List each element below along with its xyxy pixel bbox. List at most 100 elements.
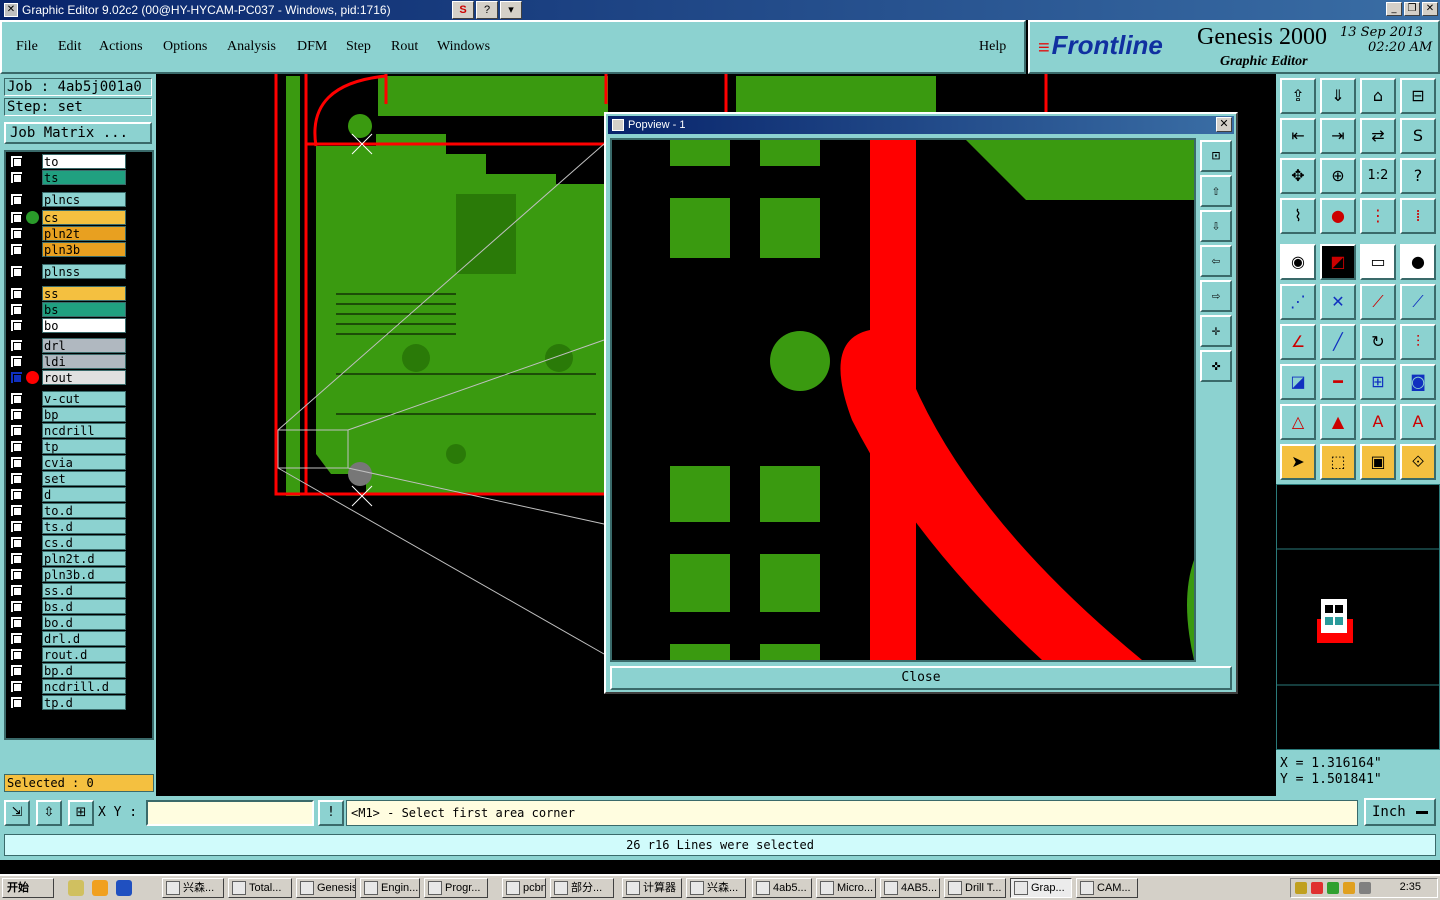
snap-grid-icon[interactable]: ⇲ [4, 800, 30, 826]
layer-row-tp-d[interactable]: tp.d [8, 695, 128, 710]
layer-checkbox[interactable] [10, 616, 23, 629]
layer-row-d[interactable]: d [8, 487, 128, 502]
layer-row-cvia[interactable]: cvia [8, 455, 128, 470]
layer-compare-icon[interactable]: ⁞ [1400, 198, 1436, 234]
taskbar-button[interactable]: Progr... [424, 878, 488, 898]
layer-name[interactable]: bp.d [42, 663, 126, 678]
layer-row-bp-d[interactable]: bp.d [8, 663, 128, 678]
layer-row-set[interactable]: set [8, 471, 128, 486]
layer-row-ldi[interactable]: ldi [8, 354, 128, 369]
layer-name[interactable]: to.d [42, 503, 126, 518]
tray-tool-icon[interactable] [1311, 882, 1323, 894]
taskbar-button[interactable]: Engin... [360, 878, 420, 898]
minimize-button[interactable]: _ [1386, 2, 1402, 16]
arrow-triangle-icon[interactable]: ▲ [1320, 404, 1356, 440]
pan-down-icon[interactable]: ⇩ [1200, 210, 1232, 242]
layer-name[interactable]: v-cut [42, 391, 126, 406]
popview-close-icon[interactable]: ✕ [1216, 117, 1232, 132]
layer-row-ncdrill-d[interactable]: ncdrill.d [8, 679, 128, 694]
taskbar-button[interactable]: 兴森... [162, 878, 224, 898]
layer-name[interactable]: bo [42, 318, 126, 333]
zoom-extents-icon[interactable]: ✥ [1280, 158, 1316, 194]
select-polygon-icon[interactable]: ⟐ [1400, 444, 1436, 480]
restore-button[interactable]: ❐ [1404, 2, 1420, 16]
layer-row-bs-d[interactable]: bs.d [8, 599, 128, 614]
menu-actions[interactable]: Actions [99, 39, 143, 55]
dimension-icon[interactable]: ⊞ [1360, 364, 1396, 400]
layer-row-tp[interactable]: tp [8, 439, 128, 454]
taskbar-button[interactable]: 计算器 [622, 878, 682, 898]
pan-left-icon[interactable]: ⇦ [1200, 245, 1232, 277]
job-matrix-button[interactable]: Job Matrix ... [4, 122, 152, 144]
layer-checkbox[interactable] [10, 696, 23, 709]
xy-input[interactable] [146, 800, 314, 826]
layer-display-icon[interactable]: ⋮ [1360, 198, 1396, 234]
grid-icon[interactable]: ⊞ [68, 800, 94, 826]
layer-name[interactable]: tp.d [42, 695, 126, 710]
layer-checkbox[interactable] [10, 456, 23, 469]
menu-rout[interactable]: Rout [391, 39, 418, 55]
color-select-icon[interactable]: ◩ [1320, 244, 1356, 280]
layer-name[interactable]: plncs [42, 192, 126, 207]
font-a-icon[interactable]: A [1360, 404, 1396, 440]
layer-name[interactable]: bp [42, 407, 126, 422]
layer-checkbox[interactable] [10, 520, 23, 533]
layer-checkbox[interactable] [10, 392, 23, 405]
tray-input-icon[interactable] [1359, 882, 1371, 894]
layer-name[interactable]: set [42, 471, 126, 486]
layer-row-bp[interactable]: bp [8, 407, 128, 422]
taskbar-button[interactable]: Genesis [296, 878, 356, 898]
taskbar-button[interactable]: Micro... [816, 878, 876, 898]
layer-row-rout[interactable]: rout [8, 370, 128, 385]
layer-checkbox[interactable] [10, 504, 23, 517]
layer-name[interactable]: tp [42, 439, 126, 454]
horizontal-line-icon[interactable]: ━ [1320, 364, 1356, 400]
layer-name[interactable]: cvia [42, 455, 126, 470]
layer-row-pln3b-d[interactable]: pln3b.d [8, 567, 128, 582]
select-box-icon[interactable]: ⬚ [1320, 444, 1356, 480]
zoom-out-icon[interactable]: ✜ [1200, 350, 1232, 382]
layer-name[interactable]: rout.d [42, 647, 126, 662]
taskbar-button[interactable]: 4AB5... [880, 878, 940, 898]
layer-checkbox[interactable] [10, 371, 23, 384]
layer-name[interactable]: pln2t [42, 226, 126, 241]
layer-name[interactable]: pln2t.d [42, 551, 126, 566]
layer-row-rout-d[interactable]: rout.d [8, 647, 128, 662]
taskbar-button[interactable]: Grap... [1010, 878, 1072, 898]
layer-row-v-cut[interactable]: v-cut [8, 391, 128, 406]
layer-row-ss-d[interactable]: ss.d [8, 583, 128, 598]
pan-up-icon[interactable]: ⇧ [1200, 175, 1232, 207]
pan-left-tool-icon[interactable]: ⇤ [1280, 118, 1316, 154]
layer-checkbox[interactable] [10, 488, 23, 501]
layer-name[interactable]: ncdrill [42, 423, 126, 438]
angle-snap-icon[interactable]: ⇳ [36, 800, 62, 826]
app-icon[interactable]: ✕ [4, 3, 18, 17]
layer-row-pln2t-d[interactable]: pln2t.d [8, 551, 128, 566]
open-step-icon[interactable]: ⇓ [1320, 78, 1356, 114]
layer-row-ss[interactable]: ss [8, 286, 128, 301]
layer-checkbox[interactable] [10, 193, 23, 206]
add-feature-icon[interactable]: ◉ [1280, 244, 1316, 280]
font-b-icon[interactable]: A [1400, 404, 1436, 440]
layer-row-to-d[interactable]: to.d [8, 503, 128, 518]
layer-name[interactable]: ss.d [42, 583, 126, 598]
dropdown-tool-button[interactable]: ▾ [500, 1, 522, 19]
triangle-icon[interactable]: △ [1280, 404, 1316, 440]
menu-dfm[interactable]: DFM [297, 39, 327, 55]
taskbar-button[interactable]: Drill T... [944, 878, 1006, 898]
window-split-icon[interactable]: ⊟ [1400, 78, 1436, 114]
layer-checkbox[interactable] [10, 339, 23, 352]
diagonal-icon[interactable]: ╱ [1320, 324, 1356, 360]
layer-row-drl[interactable]: drl [8, 338, 128, 353]
layer-checkbox[interactable] [10, 648, 23, 661]
layer-checkbox[interactable] [10, 424, 23, 437]
layer-checkbox[interactable] [10, 265, 23, 278]
taskbar-button[interactable]: pcbn... [502, 878, 546, 898]
layer-checkbox[interactable] [10, 664, 23, 677]
line-tool-icon[interactable]: ⟋ [1360, 284, 1396, 320]
pan-right-tool-icon[interactable]: ⇥ [1320, 118, 1356, 154]
menu-windows[interactable]: Windows [437, 39, 490, 55]
quicklaunch-desktop-icon[interactable] [68, 880, 84, 896]
layer-name[interactable]: ss [42, 286, 126, 301]
layer-checkbox[interactable] [10, 536, 23, 549]
